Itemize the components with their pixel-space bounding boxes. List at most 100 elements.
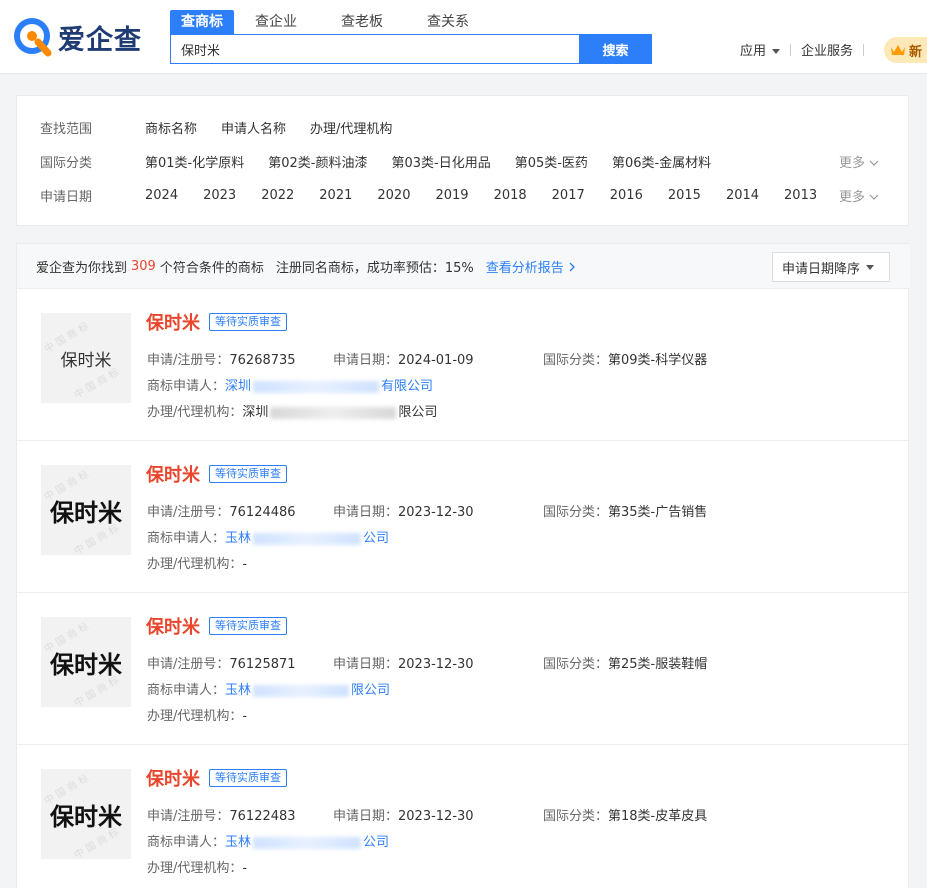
year-option[interactable]: 2022: [261, 188, 294, 203]
intl-class-label: 国际分类：: [543, 657, 609, 672]
year-option[interactable]: 2024: [145, 188, 178, 203]
trademark-card[interactable]: 中 国 商 标 中 国 商 标 保时米 保时米 等待实质审查 申请/注册号：76…: [17, 441, 910, 593]
enterprise-service-link[interactable]: 企业服务: [801, 40, 853, 59]
logo-q-icon: [14, 18, 52, 57]
reg-no-label: 申请/注册号：: [147, 353, 230, 368]
more-label: 更多: [839, 189, 866, 205]
applicant: 商标申请人：玉林 限公司: [147, 679, 390, 698]
trademark-image[interactable]: 中 国 商 标 中 国 商 标 保时米: [41, 313, 131, 403]
apps-label: 应用: [740, 44, 767, 59]
more-date-button[interactable]: 更多: [839, 186, 879, 205]
intl-class-label: 国际分类：: [543, 353, 609, 368]
logo-text: 爱企查: [58, 24, 142, 56]
apply-date-label: 申请日期：: [333, 657, 399, 672]
intl-class: 国际分类：第18类-皮革皮具: [543, 805, 707, 824]
trademark-name[interactable]: 保时米: [146, 309, 200, 335]
scope-option[interactable]: 申请人名称: [221, 118, 286, 137]
tab-trademark[interactable]: 查商标: [170, 10, 234, 34]
redacted-text: [253, 684, 350, 697]
year-option[interactable]: 2023: [203, 188, 236, 203]
reg-no-label: 申请/注册号：: [147, 505, 230, 520]
apply-date: 申请日期：2023-12-30: [333, 653, 474, 672]
intl-class-option[interactable]: 第02类-颜料油漆: [268, 152, 367, 171]
trademark-image[interactable]: 中 国 商 标 中 国 商 标 保时米: [41, 617, 131, 707]
applicant-link[interactable]: 深圳 有限公司: [225, 379, 433, 394]
applicant-name-end: 公司: [363, 531, 390, 546]
applicant-label: 商标申请人：: [147, 683, 226, 698]
chevron-down-icon: [869, 194, 879, 200]
applicant: 商标申请人：深圳 有限公司: [147, 375, 433, 394]
year-option[interactable]: 2017: [552, 188, 585, 203]
reg-no-value: 76124486: [229, 505, 296, 520]
reg-no: 申请/注册号：76125871: [147, 653, 296, 672]
applicant-link[interactable]: 玉林 公司: [225, 531, 389, 546]
logo[interactable]: 爱企查: [14, 17, 142, 57]
chevron-down-icon: [866, 264, 875, 270]
intl-class-label: 国际分类：: [543, 809, 609, 824]
reg-no-label: 申请/注册号：: [147, 809, 230, 824]
applicant-link[interactable]: 玉林 限公司: [225, 683, 390, 698]
year-option[interactable]: 2021: [319, 188, 352, 203]
applicant-name-start: 深圳: [225, 379, 252, 394]
year-option[interactable]: 2015: [668, 188, 701, 203]
intl-class-value: 第25类-服装鞋帽: [608, 657, 708, 672]
applicant-name-start: 玉林: [225, 531, 252, 546]
intl-class-option[interactable]: 第05类-医药: [515, 152, 588, 171]
trademark-image-text: 保时米: [50, 650, 122, 679]
apply-date-value: 2023-12-30: [398, 505, 474, 520]
intl-class: 国际分类：第09类-科学仪器: [543, 349, 707, 368]
reg-no-label: 申请/注册号：: [147, 657, 230, 672]
intl-class-option[interactable]: 第01类-化学原料: [145, 152, 244, 171]
apply-date-value: 2024-01-09: [398, 353, 474, 368]
chevron-down-icon: [869, 160, 879, 166]
scope-option[interactable]: 办理/代理机构: [310, 118, 392, 137]
result-summary: 爱企查为你找到 309 个符合条件的商标 注册同名商标，成功率预估：15% 查看…: [17, 244, 910, 289]
trademark-card[interactable]: 中 国 商 标 中 国 商 标 保时米 保时米 等待实质审查 申请/注册号：76…: [17, 289, 910, 441]
agency-value: -: [242, 557, 248, 572]
success-rate: 注册同名商标，成功率预估：15%: [275, 260, 474, 276]
divider: [863, 43, 865, 56]
applicant-link[interactable]: 玉林 公司: [225, 835, 389, 850]
year-option[interactable]: 2020: [377, 188, 410, 203]
search-input[interactable]: [170, 34, 580, 64]
tab-relation[interactable]: 查关系: [416, 10, 480, 34]
analysis-report-link[interactable]: 查看分析报告: [486, 257, 576, 276]
scope-option[interactable]: 商标名称: [145, 118, 197, 137]
applicant-name-end: 有限公司: [381, 379, 434, 394]
agency-value: -: [242, 861, 248, 876]
apply-date-value: 2023-12-30: [398, 657, 474, 672]
vip-badge[interactable]: 新: [884, 37, 927, 63]
agency-label: 办理/代理机构：: [147, 405, 243, 420]
trademark-name[interactable]: 保时米: [146, 613, 200, 639]
year-option[interactable]: 2019: [435, 188, 468, 203]
filter-label: 申请日期: [40, 189, 93, 205]
apply-date: 申请日期：2023-12-30: [333, 805, 474, 824]
applicant: 商标申请人：玉林 公司: [147, 527, 389, 546]
year-option[interactable]: 2014: [726, 188, 759, 203]
apps-menu[interactable]: 应用: [740, 40, 781, 59]
trademark-image[interactable]: 中 国 商 标 中 国 商 标 保时米: [41, 465, 131, 555]
trademark-name[interactable]: 保时米: [146, 765, 200, 791]
top-header: 爱企查 查商标 查企业 查老板 查关系 搜索 应用 企业服务 新: [0, 0, 927, 74]
trademark-card[interactable]: 中 国 商 标 中 国 商 标 保时米 保时米 等待实质审查 申请/注册号：76…: [17, 593, 910, 745]
applicant-label: 商标申请人：: [147, 835, 226, 850]
tab-company[interactable]: 查企业: [244, 10, 308, 34]
filter-panel: 查找范围 商标名称 申请人名称 办理/代理机构 国际分类 第01类-化学原料 第…: [16, 95, 909, 226]
intl-class-option[interactable]: 第03类-日化用品: [391, 152, 490, 171]
search-button[interactable]: 搜索: [579, 34, 652, 64]
agency: 办理/代理机构：-: [147, 857, 247, 876]
trademark-image[interactable]: 中 国 商 标 中 国 商 标 保时米: [41, 769, 131, 859]
more-intl-button[interactable]: 更多: [839, 152, 879, 171]
trademark-name[interactable]: 保时米: [146, 461, 200, 487]
filter-options: 商标名称 申请人名称 办理/代理机构: [145, 118, 416, 137]
year-option[interactable]: 2013: [784, 188, 817, 203]
sort-select[interactable]: 申请日期降序: [772, 252, 890, 282]
filter-options: 第01类-化学原料 第02类-颜料油漆 第03类-日化用品 第05类-医药 第0…: [145, 152, 735, 171]
year-option[interactable]: 2016: [610, 188, 643, 203]
applicant-label: 商标申请人：: [147, 531, 226, 546]
trademark-image-text: 保时米: [50, 498, 122, 527]
trademark-card[interactable]: 中 国 商 标 中 国 商 标 保时米 保时米 等待实质审查 申请/注册号：76…: [17, 745, 910, 888]
year-option[interactable]: 2018: [494, 188, 527, 203]
intl-class-option[interactable]: 第06类-金属材料: [612, 152, 711, 171]
tab-boss[interactable]: 查老板: [330, 10, 394, 34]
